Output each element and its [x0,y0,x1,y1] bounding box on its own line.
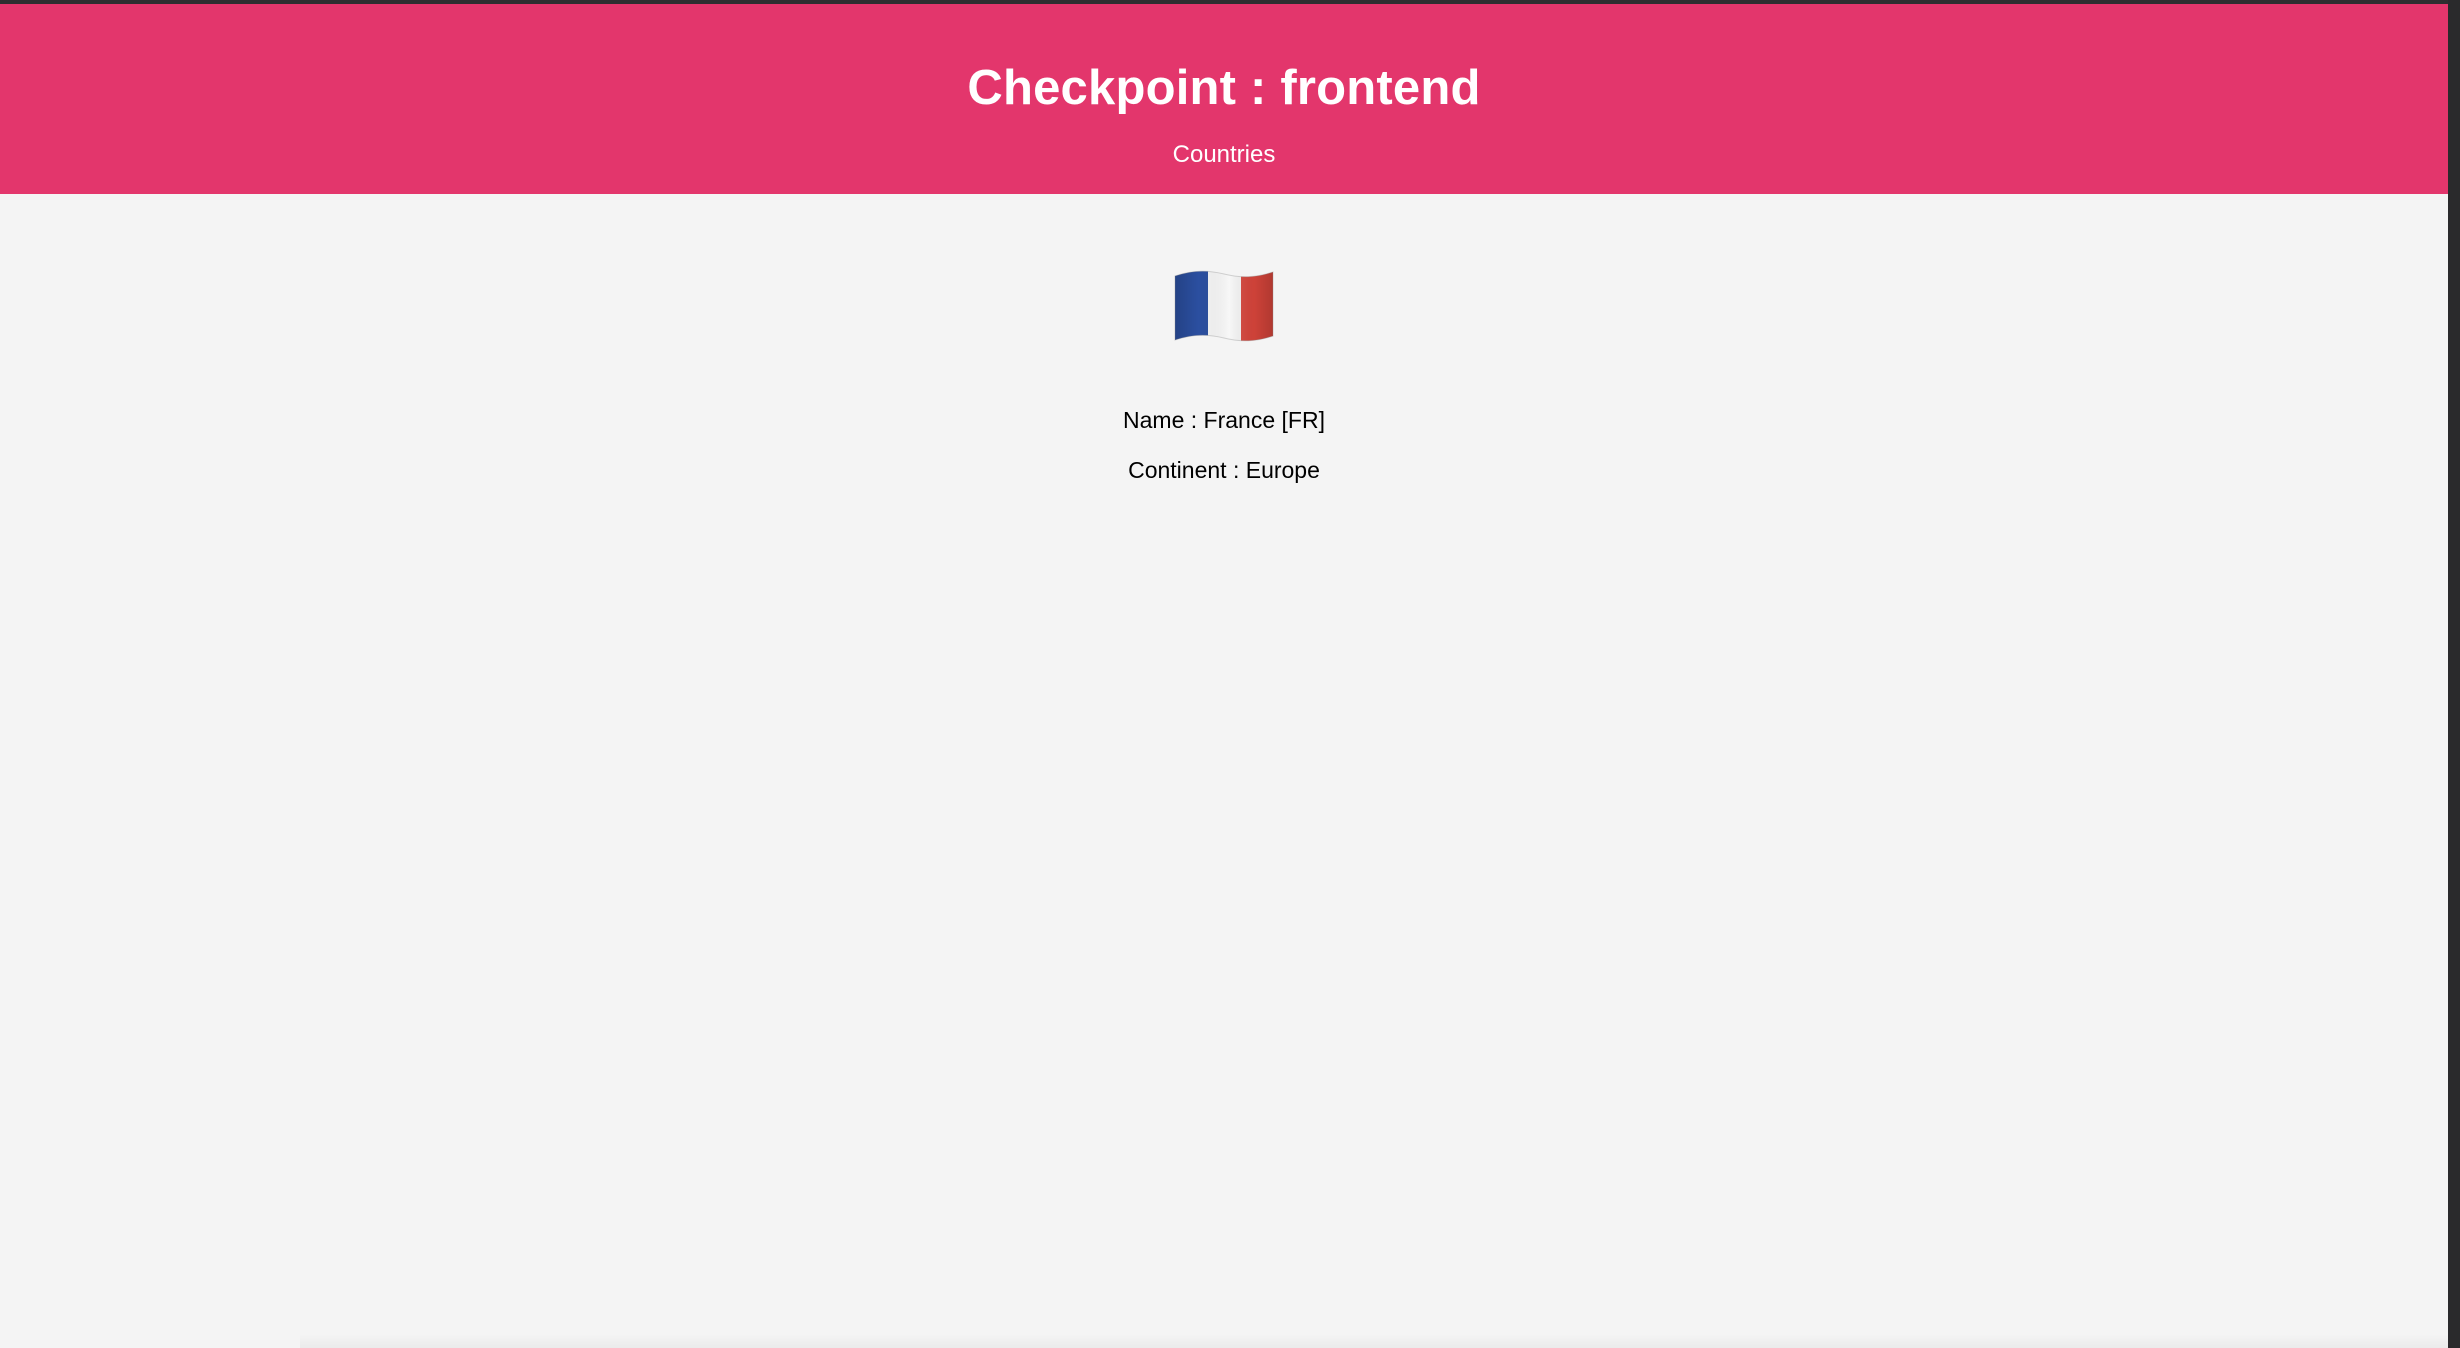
country-continent: Continent : Europe [1128,457,1320,483]
country-detail: Name : France [FR] Continent : Europe [0,194,2448,485]
browser-viewport: Checkpoint : frontend Countries Name: F… [0,4,2448,1348]
page-title: Checkpoint : frontend [967,61,1481,115]
country-name: Name : France [FR] [1123,407,1325,433]
site-header: Checkpoint : frontend Countries [0,4,2448,194]
france-flag-icon [1173,268,1275,344]
bottom-shadow [300,1334,2448,1348]
nav-link-countries[interactable]: Countries [1173,140,1276,170]
window-edge [2448,0,2460,1348]
